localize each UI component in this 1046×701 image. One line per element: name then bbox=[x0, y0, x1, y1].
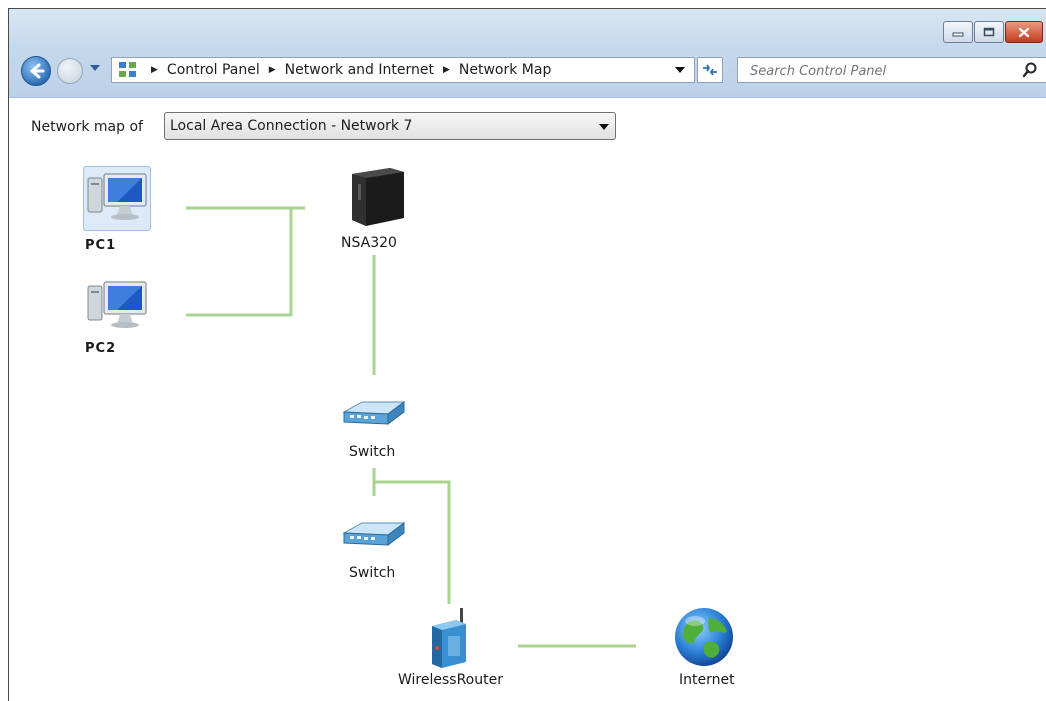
wireless-router-icon bbox=[432, 608, 466, 668]
title-bar: ▶ Control Panel ▶ Network and Internet ▶… bbox=[9, 9, 1046, 98]
maximize-button[interactable] bbox=[974, 21, 1004, 43]
switch2-label[interactable]: Switch bbox=[349, 565, 395, 581]
switch1-label[interactable]: Switch bbox=[349, 444, 395, 460]
breadcrumb-network-map[interactable]: Network Map bbox=[459, 62, 551, 78]
back-button[interactable] bbox=[21, 56, 51, 86]
nas-node[interactable] bbox=[344, 166, 406, 228]
breadcrumb-control-panel[interactable]: Control Panel bbox=[167, 62, 260, 78]
control-panel-icon bbox=[119, 62, 136, 77]
pc2-node[interactable] bbox=[87, 278, 147, 334]
address-dropdown-icon[interactable] bbox=[674, 64, 686, 76]
internet-label[interactable]: Internet bbox=[679, 672, 735, 688]
refresh-button[interactable] bbox=[697, 57, 723, 83]
search-box[interactable] bbox=[737, 57, 1046, 83]
pc1-label[interactable]: PC1 bbox=[85, 238, 116, 253]
breadcrumb: ▶ Control Panel ▶ Network and Internet ▶… bbox=[142, 58, 551, 82]
breadcrumb-separator-icon[interactable]: ▶ bbox=[269, 65, 276, 75]
address-bar[interactable]: ▶ Control Panel ▶ Network and Internet ▶… bbox=[111, 57, 695, 83]
computer-icon bbox=[87, 173, 147, 220]
network-map-content: Network map of Local Area Connection - N… bbox=[9, 98, 1046, 701]
recent-pages-dropdown-icon[interactable] bbox=[89, 62, 101, 74]
switch1-node[interactable] bbox=[342, 396, 406, 430]
forward-button[interactable] bbox=[57, 58, 83, 84]
navigation-row: ▶ Control Panel ▶ Network and Internet ▶… bbox=[9, 53, 1046, 87]
network-switch-icon bbox=[342, 401, 406, 425]
pc1-node[interactable] bbox=[87, 170, 147, 226]
refresh-icon bbox=[703, 64, 717, 76]
caption-buttons bbox=[943, 21, 1043, 43]
search-input[interactable] bbox=[748, 59, 1022, 83]
computer-icon bbox=[87, 281, 147, 328]
storage-server-icon bbox=[352, 168, 404, 226]
switch2-node[interactable] bbox=[342, 517, 406, 551]
search-icon[interactable] bbox=[1022, 62, 1038, 78]
connection-lines bbox=[186, 206, 636, 648]
breadcrumb-network-and-internet[interactable]: Network and Internet bbox=[285, 62, 434, 78]
minimize-icon bbox=[952, 32, 964, 37]
router-node[interactable] bbox=[426, 606, 472, 668]
link-pc2-nas bbox=[186, 208, 293, 317]
close-button[interactable] bbox=[1005, 21, 1043, 43]
network-map-window: ▶ Control Panel ▶ Network and Internet ▶… bbox=[8, 8, 1046, 701]
minimize-button[interactable] bbox=[943, 21, 973, 43]
nas-label[interactable]: NSA320 bbox=[341, 235, 397, 251]
internet-node[interactable] bbox=[673, 606, 735, 668]
network-switch-icon bbox=[342, 522, 406, 546]
close-icon bbox=[1018, 27, 1030, 37]
breadcrumb-separator-icon[interactable]: ▶ bbox=[151, 65, 158, 75]
router-label[interactable]: WirelessRouter bbox=[398, 672, 503, 688]
maximize-icon bbox=[983, 27, 995, 37]
back-arrow-icon bbox=[30, 63, 45, 79]
globe-icon bbox=[675, 608, 733, 666]
breadcrumb-separator-icon[interactable]: ▶ bbox=[443, 65, 450, 75]
pc2-label[interactable]: PC2 bbox=[85, 341, 116, 356]
